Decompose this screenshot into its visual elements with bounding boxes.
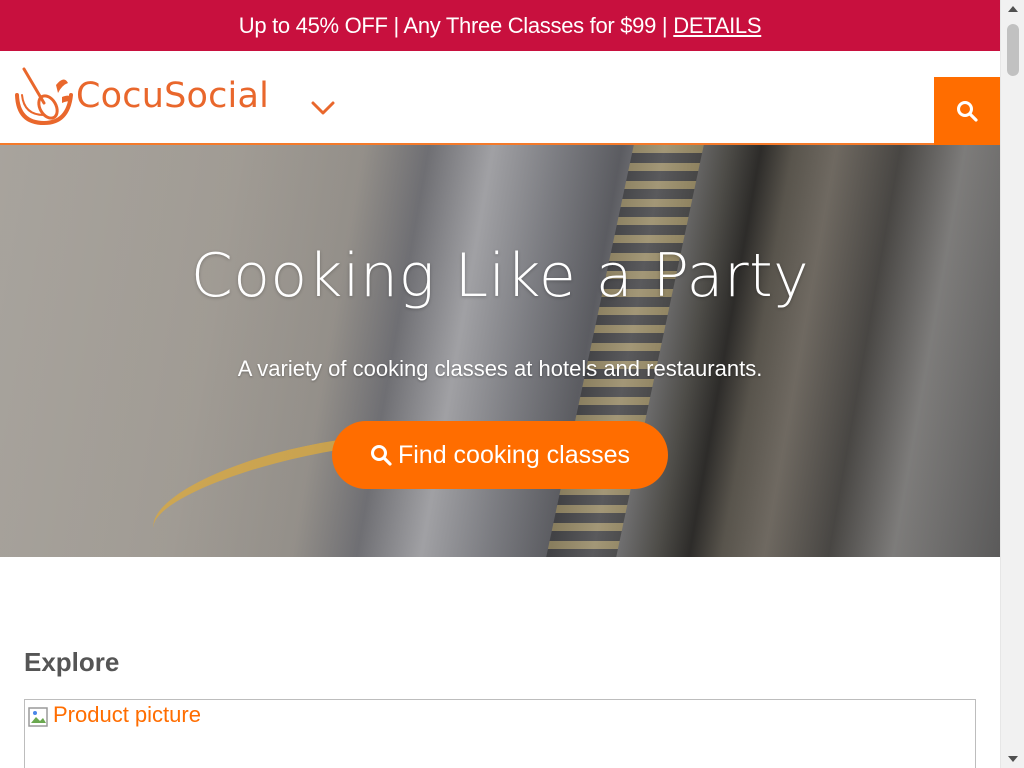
hero-banner: Cooking Like a Party A variety of cookin…: [0, 145, 1000, 557]
product-picture-alt: Product picture: [53, 702, 201, 727]
search-button[interactable]: [934, 77, 1000, 145]
promo-details-link[interactable]: DETAILS: [673, 13, 761, 39]
search-icon: [370, 445, 392, 466]
find-classes-button[interactable]: Find cooking classes: [332, 421, 668, 489]
scroll-up-arrow-icon[interactable]: [1008, 6, 1018, 12]
hero-title: Cooking Like a Party: [190, 241, 810, 311]
logo[interactable]: CocuSocial: [14, 65, 269, 127]
chevron-down-icon: [311, 101, 335, 115]
broken-image-icon: [28, 707, 48, 727]
hero-subtitle: A variety of cooking classes at hotels a…: [237, 356, 763, 381]
product-card[interactable]: Product picture: [24, 699, 976, 768]
logo-text: CocuSocial: [76, 76, 270, 116]
menu-toggle[interactable]: [306, 91, 340, 125]
promo-text: Up to 45% OFF | Any Three Classes for $9…: [238, 12, 668, 38]
product-picture[interactable]: Product picture: [25, 700, 975, 731]
site-header: CocuSocial: [0, 51, 1000, 145]
find-classes-label: Find cooking classes: [397, 440, 631, 469]
promo-banner: Up to 45% OFF | Any Three Classes for $9…: [0, 0, 1000, 51]
explore-heading: Explore: [24, 647, 120, 677]
scrollbar[interactable]: [1000, 0, 1024, 768]
whisk-bowl-icon: [15, 67, 73, 126]
page: Up to 45% OFF | Any Three Classes for $9…: [0, 0, 1000, 768]
scroll-thumb[interactable]: [1007, 24, 1019, 76]
scroll-down-arrow-icon[interactable]: [1008, 756, 1018, 762]
search-icon: [957, 101, 978, 122]
